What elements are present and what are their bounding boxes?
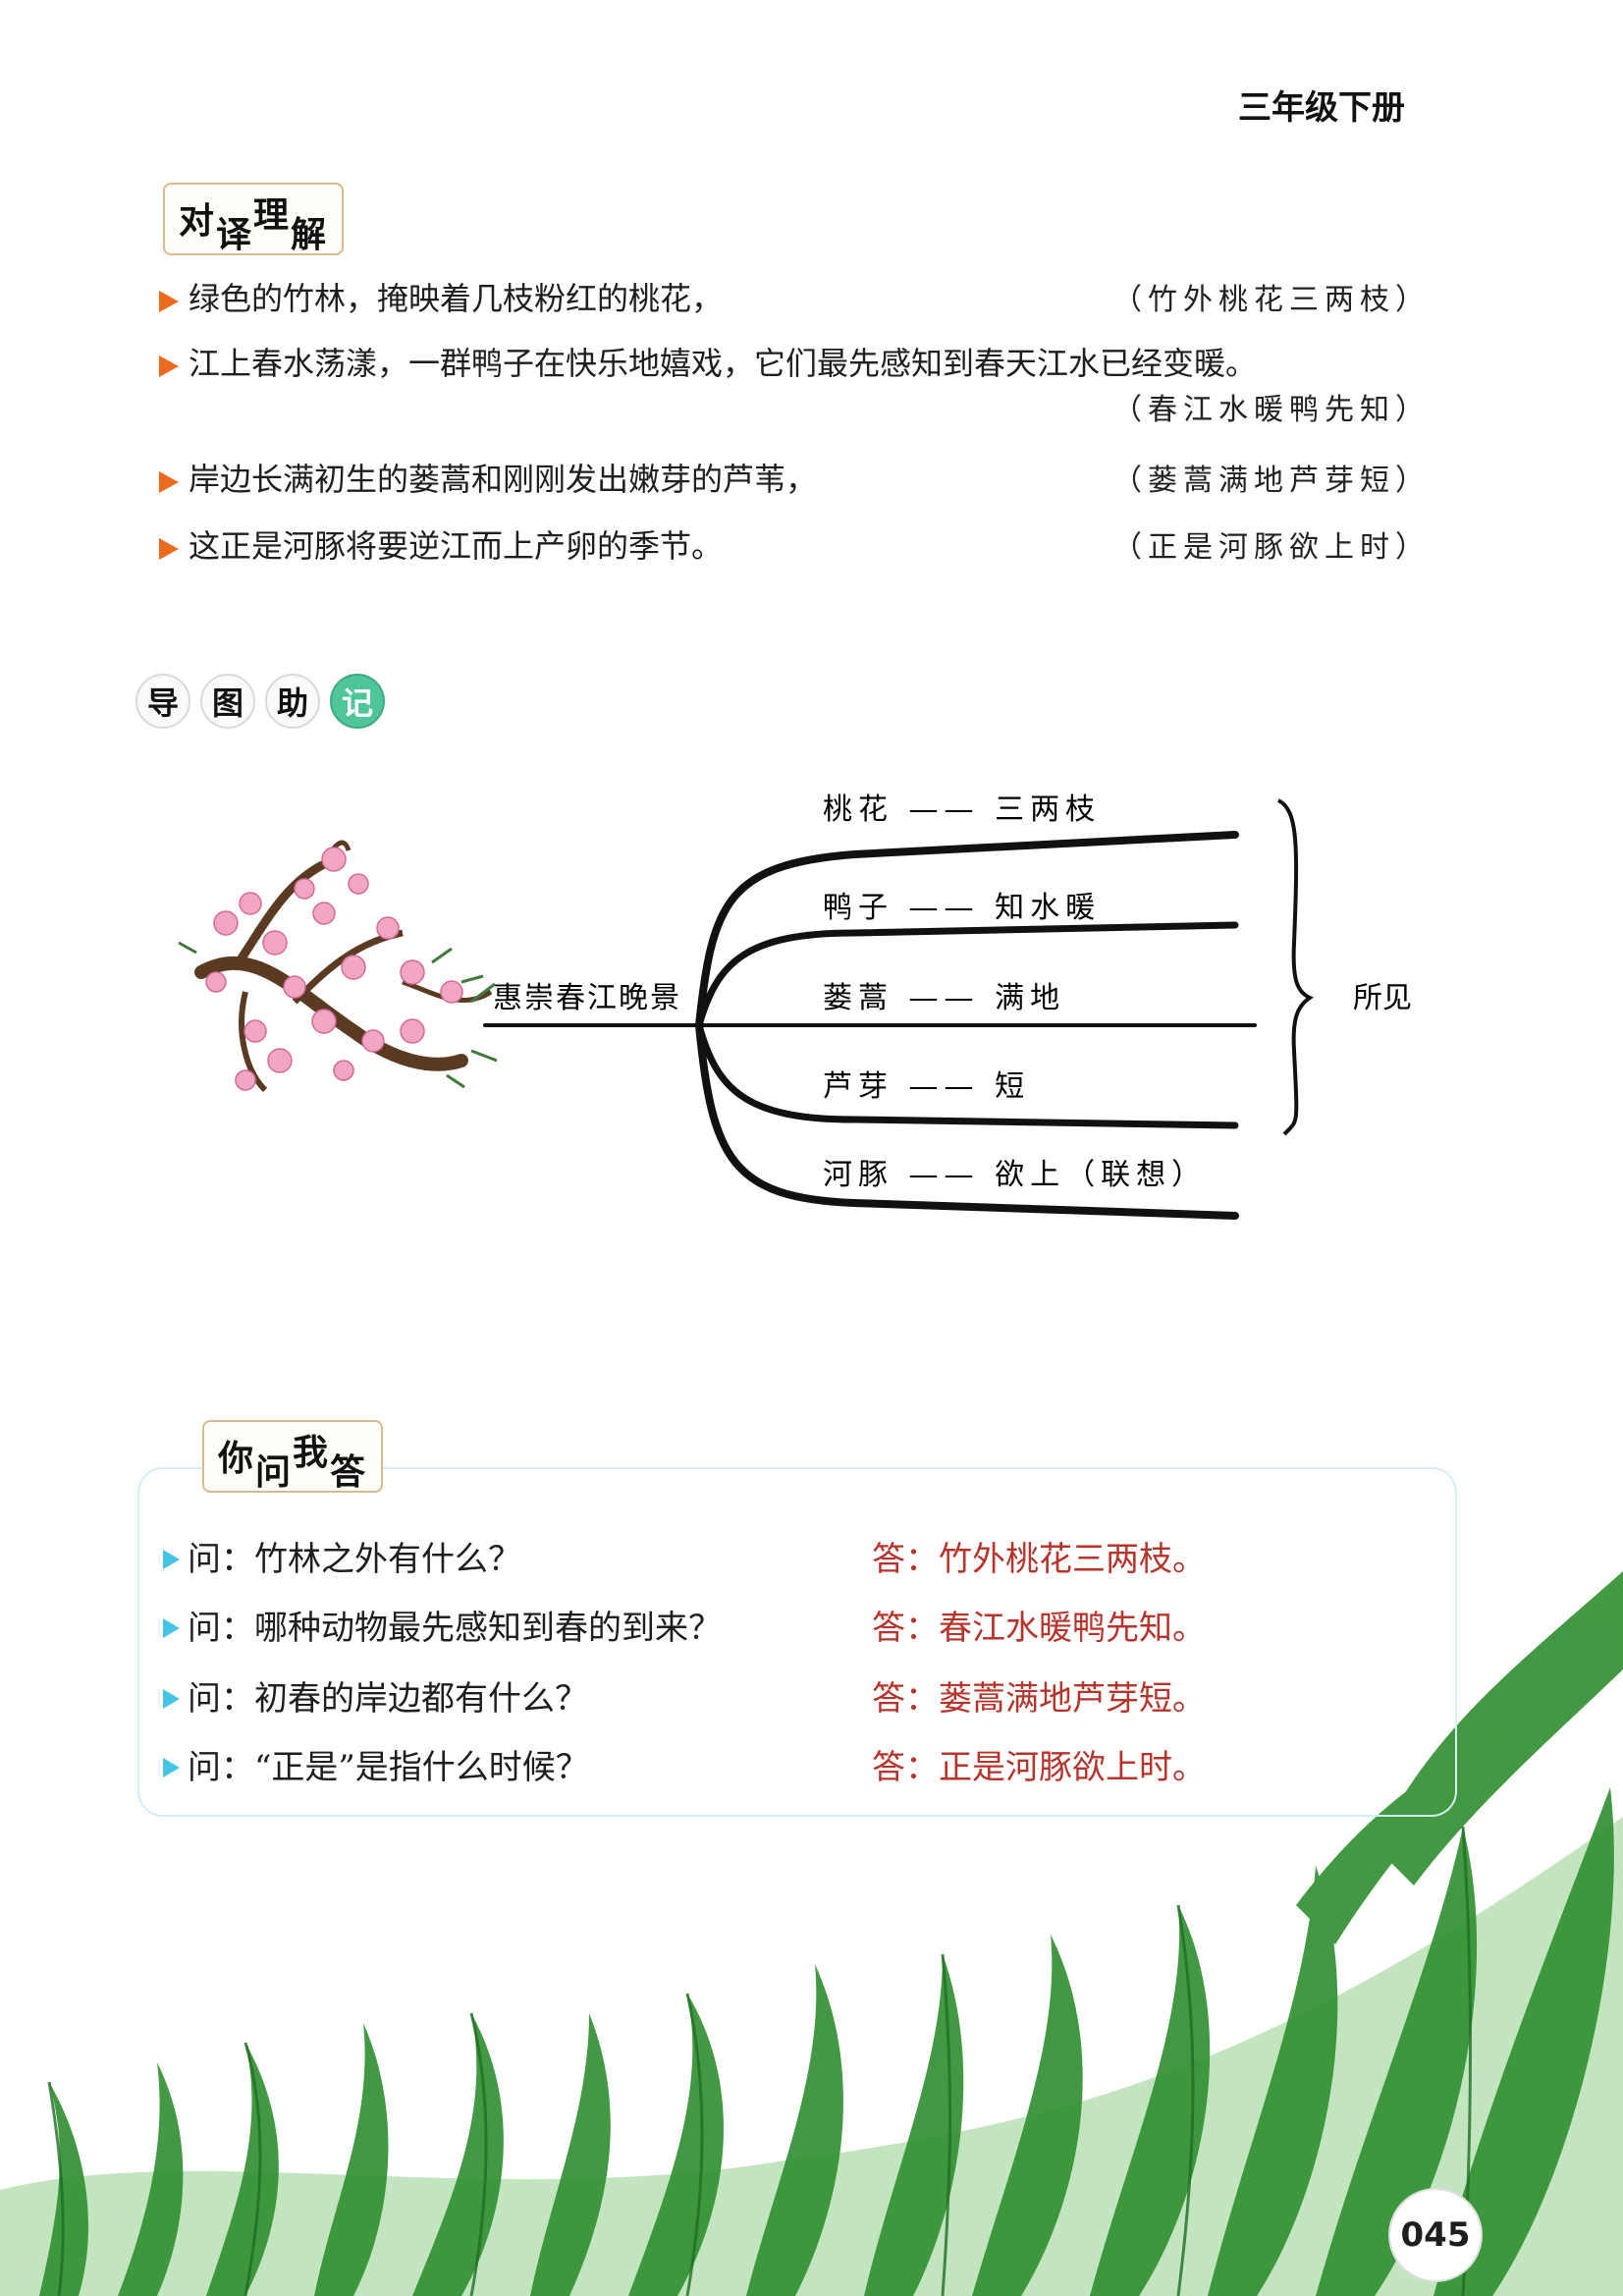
mindmap-branch-label: 芦芽 —— 短 — [823, 1069, 1030, 1104]
qa-question: 问：竹林之外有什么？ — [163, 1538, 521, 1581]
badge-char: 问 — [255, 1451, 294, 1493]
badge-char: 答 — [330, 1451, 368, 1493]
mindmap-branch-label: 桃花 —— 三两枝 — [823, 793, 1101, 827]
bullet-triangle-icon — [163, 1689, 180, 1709]
mindmap-center-label: 惠崇春江晚景 — [493, 981, 681, 1015]
qa-question: 问：哪种动物最先感知到春的到来？ — [163, 1607, 722, 1650]
qa-question: 问：“正是”是指什么时候？ — [163, 1746, 589, 1789]
bullet-triangle-icon — [163, 1550, 180, 1569]
qa-answer: 答：蒌蒿满地芦芽短。 — [872, 1679, 1206, 1719]
bullet-triangle-icon — [163, 1618, 180, 1638]
page-number: 045 — [1388, 2188, 1483, 2282]
right-brace — [1276, 798, 1314, 1136]
qa-answer: 答：竹外桃花三两枝。 — [872, 1540, 1206, 1579]
question-text: 问：“正是”是指什么时候？ — [188, 1748, 589, 1787]
badge-char: 我 — [293, 1432, 331, 1473]
mindmap-branch-label: 蒌蒿 —— 满地 — [823, 981, 1065, 1015]
question-text: 问：竹林之外有什么？ — [188, 1540, 521, 1579]
qa-question: 问：初春的岸边都有什么？ — [163, 1677, 588, 1721]
qa-answer: 答：正是河豚欲上时。 — [872, 1748, 1206, 1787]
question-text: 问：初春的岸边都有什么？ — [188, 1679, 588, 1719]
qa-badge: 你问我答 — [202, 1420, 384, 1493]
mindmap-branch-label: 鸭子 —— 知水暖 — [823, 891, 1101, 925]
mindmap-side-label: 所见 — [1353, 981, 1412, 1015]
bullet-triangle-icon — [163, 1758, 180, 1777]
peach-blossom-illustration — [178, 840, 498, 1093]
qa-answer: 答：春江水暖鸭先知。 — [872, 1609, 1206, 1648]
badge-char: 你 — [218, 1438, 256, 1479]
question-text: 问：哪种动物最先感知到春的到来？ — [188, 1609, 722, 1648]
mindmap-branch-label: 河豚 —— 欲上（联想） — [823, 1158, 1207, 1192]
mindmap-diagram: 惠崇春江晚景 桃花 —— 三两枝 鸭子 —— 知水暖 蒌蒿 —— 满地 芦芽 —… — [0, 793, 1623, 2296]
